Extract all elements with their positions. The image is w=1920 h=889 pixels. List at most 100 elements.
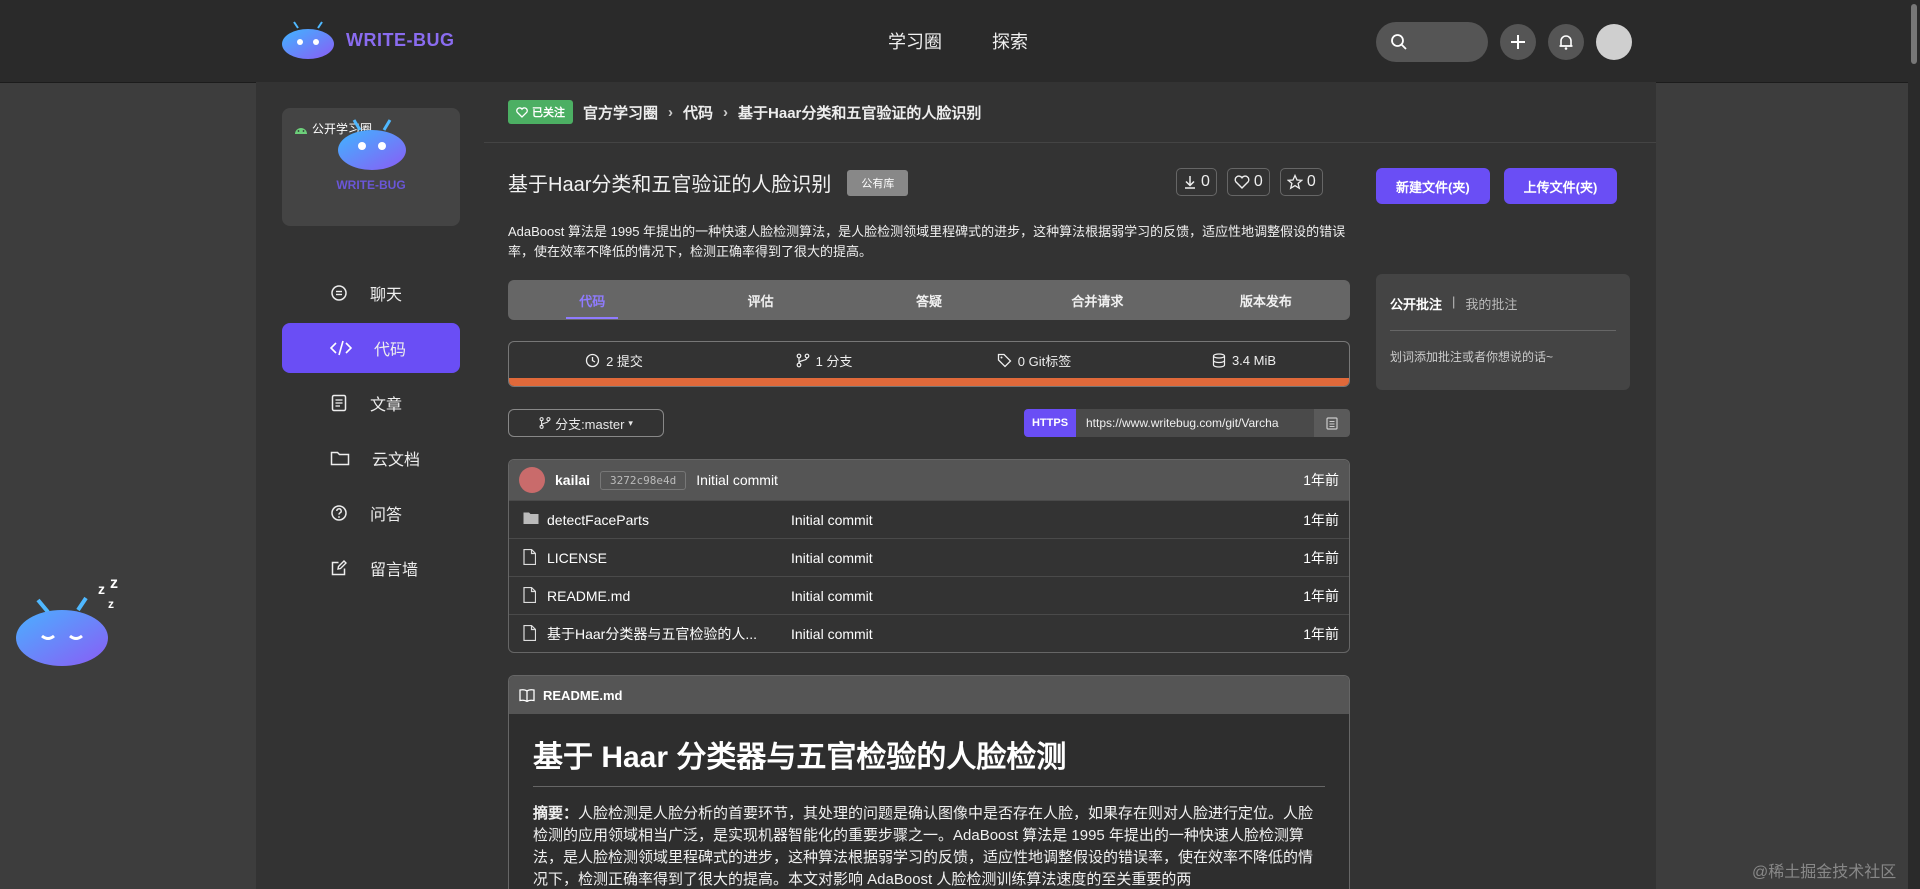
sidebar-item-article[interactable]: 文章 xyxy=(282,378,460,428)
heart-icon xyxy=(516,106,528,118)
divider xyxy=(1390,330,1616,331)
file-commit-message[interactable]: Initial commit xyxy=(791,588,873,604)
top-right-tools xyxy=(1376,22,1632,62)
database-icon xyxy=(1212,352,1226,368)
tab-evaluation[interactable]: 评估 xyxy=(676,280,844,320)
left-sidebar: 公开学习圈 WRITE-BUG 聊天 代码 文章 云文档 问答 留言墙 xyxy=(256,82,484,889)
table-row[interactable]: 基于Haar分类器与五官检验的人... Initial commit 1年前 xyxy=(509,614,1349,652)
file-name[interactable]: detectFaceParts xyxy=(547,512,757,528)
table-row[interactable]: detectFaceParts Initial commit 1年前 xyxy=(509,500,1349,538)
sidebar-item-qa[interactable]: 问答 xyxy=(282,488,460,538)
svg-text:z: z xyxy=(110,578,118,592)
tab-qa[interactable]: 答疑 xyxy=(845,280,1013,320)
sidebar-menu: 聊天 代码 文章 云文档 问答 留言墙 xyxy=(282,268,460,598)
svg-text:z: z xyxy=(108,597,114,611)
commit-hash[interactable]: 3272c98e4d xyxy=(600,470,687,490)
repo-actions: 新建文件(夹) 上传文件(夹) xyxy=(1376,168,1618,204)
table-row[interactable]: LICENSE Initial commit 1年前 xyxy=(509,538,1349,576)
svg-text:z: z xyxy=(98,581,105,597)
sleeping-mascot-icon[interactable]: z z z xyxy=(14,578,134,670)
sidebar-item-cloud-docs[interactable]: 云文档 xyxy=(282,433,460,483)
notifications-button[interactable] xyxy=(1548,24,1584,60)
sidebar-item-code[interactable]: 代码 xyxy=(282,323,460,373)
nav-learning-circle[interactable]: 学习圈 xyxy=(888,28,942,54)
tab-my-annotations[interactable]: 我的批注 xyxy=(1465,294,1517,313)
search-input[interactable] xyxy=(1376,22,1488,62)
heart-icon xyxy=(1234,175,1250,189)
sidebar-item-chat[interactable]: 聊天 xyxy=(282,268,460,318)
main-nav: 学习圈 探索 xyxy=(888,28,1028,54)
tab-releases[interactable]: 版本发布 xyxy=(1182,280,1350,320)
tags-count: 0 Git标签 xyxy=(1017,353,1072,369)
brand-logo[interactable]: WRITE-BUG xyxy=(280,20,454,60)
file-name[interactable]: 基于Haar分类器与五官检验的人... xyxy=(547,624,757,644)
file-time: 1年前 xyxy=(1303,511,1339,528)
readme-heading: 基于 Haar 分类器与五官检验的人脸检测 xyxy=(533,732,1325,787)
divider xyxy=(484,142,1656,143)
readme-panel: README.md 基于 Haar 分类器与五官检验的人脸检测 摘要：人脸检测是… xyxy=(508,675,1350,889)
repo-header: 基于Haar分类和五官验证的人脸识别 公有库 xyxy=(508,168,909,197)
readme-body: 基于 Haar 分类器与五官检验的人脸检测 摘要：人脸检测是人脸分析的首要环节，… xyxy=(509,714,1349,889)
android-icon xyxy=(295,127,307,134)
star-count: 0 xyxy=(1306,173,1316,190)
tag-icon xyxy=(997,353,1012,367)
file-name[interactable]: LICENSE xyxy=(547,550,757,566)
copy-button[interactable] xyxy=(1314,409,1350,437)
last-commit-row: kailai 3272c98e4d Initial commit 1年前 xyxy=(509,460,1349,500)
branch-icon xyxy=(796,353,809,367)
commit-user[interactable]: kailai xyxy=(555,472,590,488)
repo-stats: 0 0 0 xyxy=(1176,168,1323,196)
sidebar-item-message-wall[interactable]: 留言墙 xyxy=(282,543,460,593)
user-avatar[interactable] xyxy=(1596,24,1632,60)
learning-group-card[interactable]: 公开学习圈 WRITE-BUG xyxy=(282,108,460,226)
branch-label: 分支:master xyxy=(555,416,625,432)
branches-count: 1 分支 xyxy=(815,353,853,369)
folder-icon xyxy=(330,451,350,466)
file-commit-message[interactable]: Initial commit xyxy=(791,550,873,566)
breadcrumb-repo[interactable]: 基于Haar分类和五官验证的人脸识别 xyxy=(738,102,981,123)
branch-selector[interactable]: 分支:master ▾ xyxy=(508,409,664,437)
page-scrollbar[interactable] xyxy=(1908,0,1920,889)
sidebar-item-label: 留言墙 xyxy=(370,562,419,579)
commits-link[interactable]: 2 提交 xyxy=(509,351,719,370)
repo-size: 3.4 MiB xyxy=(1139,353,1349,368)
avatar[interactable] xyxy=(519,467,545,493)
tab-code[interactable]: 代码 xyxy=(508,280,676,320)
sidebar-item-label: 问答 xyxy=(370,507,403,524)
commit-time: 1年前 xyxy=(1303,472,1339,488)
group-name: WRITE-BUG xyxy=(336,178,406,192)
clone-protocol-button[interactable]: HTTPS xyxy=(1024,409,1076,437)
scrollbar-thumb[interactable] xyxy=(1911,4,1917,64)
upload-file-button[interactable]: 上传文件(夹) xyxy=(1503,168,1618,204)
download-count: 0 xyxy=(1201,173,1210,190)
readme-filename: README.md xyxy=(543,687,623,703)
tab-separator: | xyxy=(1452,294,1456,309)
breadcrumb-official-circle[interactable]: 官方学习圈 xyxy=(583,102,658,123)
table-row[interactable]: README.md Initial commit 1年前 xyxy=(509,576,1349,614)
new-file-button[interactable]: 新建文件(夹) xyxy=(1376,168,1490,204)
nav-explore[interactable]: 探索 xyxy=(992,28,1028,54)
tags-link[interactable]: 0 Git标签 xyxy=(929,351,1139,370)
group-mascot-image xyxy=(338,119,406,170)
tab-merge-requests[interactable]: 合并请求 xyxy=(1013,280,1181,320)
readme-header: README.md xyxy=(509,676,1349,714)
like-button[interactable]: 0 xyxy=(1226,168,1270,196)
clock-icon xyxy=(585,353,600,367)
create-button[interactable] xyxy=(1500,24,1536,60)
tab-public-annotations[interactable]: 公开批注 xyxy=(1390,294,1442,313)
file-time: 1年前 xyxy=(1303,587,1339,604)
file-name[interactable]: README.md xyxy=(547,588,757,604)
star-button[interactable]: 0 xyxy=(1279,168,1323,196)
file-commit-message[interactable]: Initial commit xyxy=(791,512,873,528)
bug-mascot-icon xyxy=(282,21,334,59)
annotation-hint: 划词添加批注或者你想说的话~ xyxy=(1390,350,1554,364)
breadcrumb-code[interactable]: 代码 xyxy=(683,102,713,123)
file-time: 1年前 xyxy=(1303,625,1339,642)
follow-badge[interactable]: 已关注 xyxy=(508,100,573,124)
download-button[interactable]: 0 xyxy=(1176,168,1217,196)
clone-url-field[interactable]: https://www.writebug.com/git/Varcha xyxy=(1076,409,1314,437)
commit-message[interactable]: Initial commit xyxy=(696,472,778,488)
edit-icon xyxy=(331,560,347,576)
branches-link[interactable]: 1 分支 xyxy=(719,351,929,370)
file-commit-message[interactable]: Initial commit xyxy=(791,626,873,642)
